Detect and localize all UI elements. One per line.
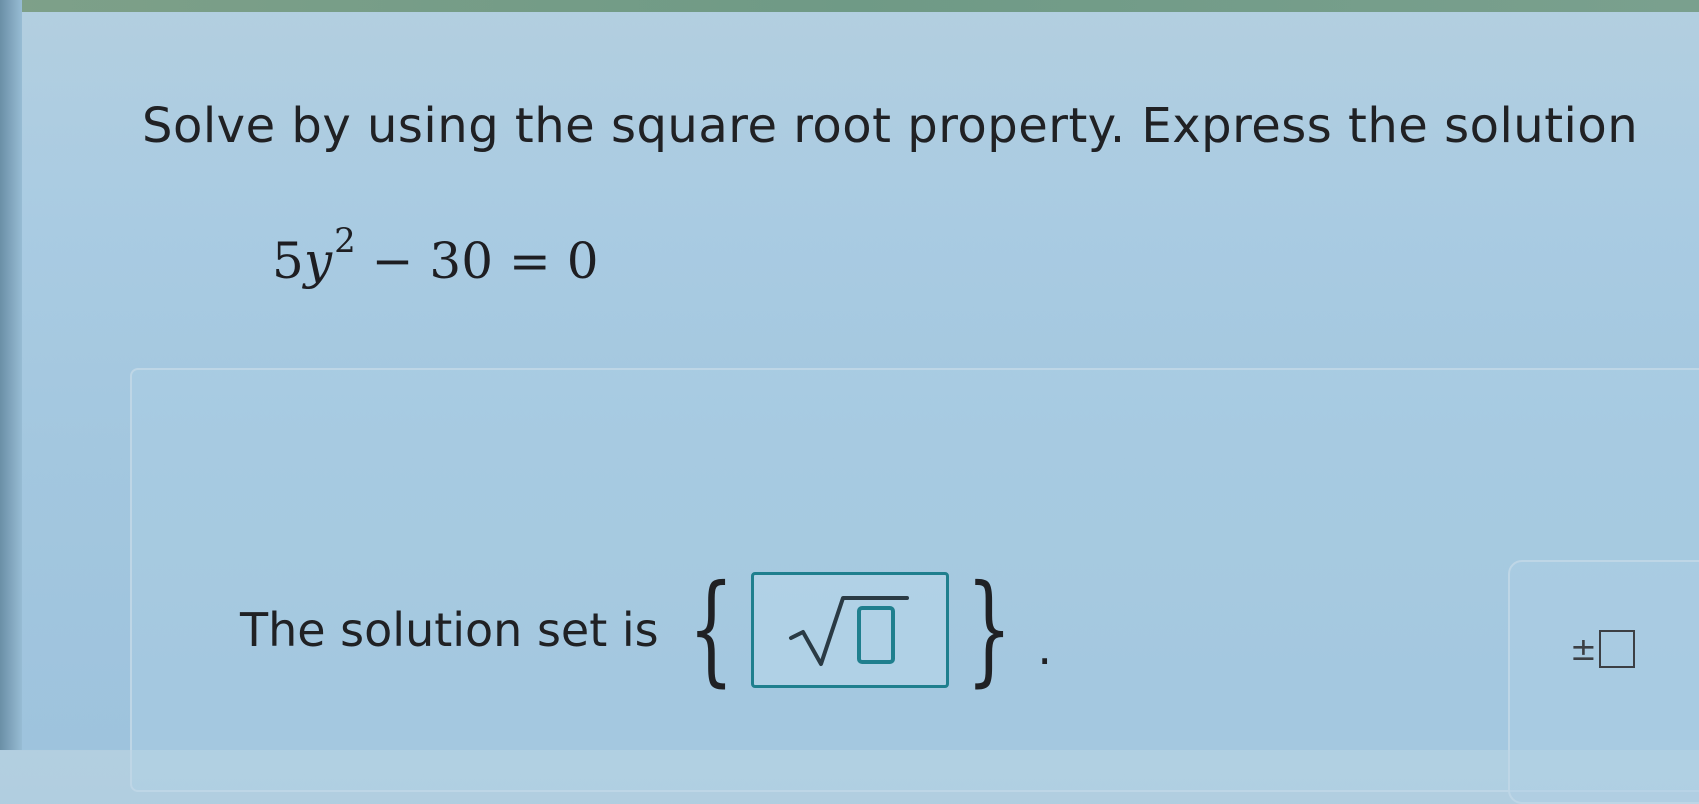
top-strip <box>0 0 1699 12</box>
equation: 5y2 − 30 = 0 <box>272 221 599 290</box>
equation-coefficient: 5 <box>272 232 304 290</box>
question-prompt: Solve by using the square root property.… <box>142 98 1639 154</box>
square-root-icon <box>785 590 915 670</box>
math-palette <box>1508 560 1699 804</box>
equation-exponent: 2 <box>334 221 356 261</box>
answer-period: . <box>1037 621 1052 675</box>
plus-minus-button[interactable]: ± <box>1570 630 1635 668</box>
placeholder-box-icon <box>1598 630 1635 668</box>
equation-rest: − 30 = 0 <box>355 232 599 290</box>
open-brace: { <box>687 560 734 699</box>
close-brace: } <box>966 560 1013 699</box>
answer-label: The solution set is <box>240 603 659 657</box>
screen-edge <box>0 0 22 750</box>
answer-row: The solution set is { } . <box>240 570 1052 690</box>
answer-input[interactable] <box>751 572 949 688</box>
plus-minus-symbol: ± <box>1570 630 1597 668</box>
equation-variable: y <box>303 232 333 290</box>
